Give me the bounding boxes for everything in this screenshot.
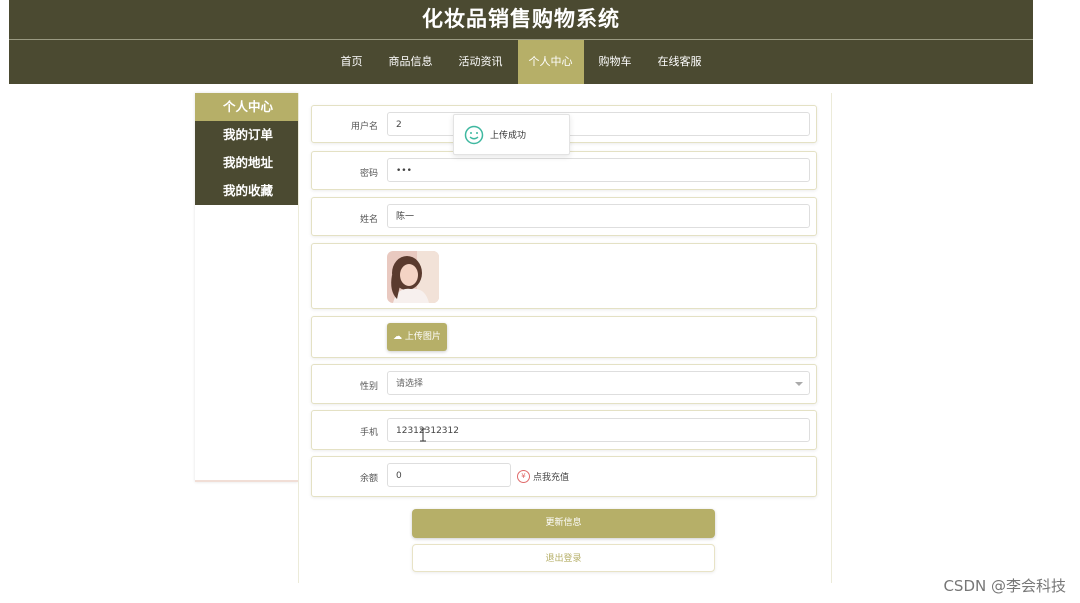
balance-label: 余额 bbox=[359, 474, 378, 484]
nav-item-home[interactable]: 首页 bbox=[330, 40, 374, 84]
gender-select[interactable]: 请选择 bbox=[387, 371, 810, 395]
site-header: 化妆品销售购物系统 bbox=[9, 0, 1033, 40]
recharge-label: 点我充值 bbox=[533, 473, 570, 483]
sidebar-item-user-center[interactable]: 个人中心 bbox=[195, 93, 298, 121]
username-input[interactable]: 2 bbox=[387, 112, 810, 136]
form-row-balance: 余额 0 ¥ 点我充值 bbox=[311, 456, 817, 497]
sidebar-item-addresses[interactable]: 我的地址 bbox=[195, 149, 298, 177]
sidebar-item-orders[interactable]: 我的订单 bbox=[195, 121, 298, 149]
toast-message: 上传成功 bbox=[490, 131, 527, 141]
watermark: CSDN @李会科技 bbox=[943, 577, 1066, 595]
sidebar: 个人中心 我的订单 我的地址 我的收藏 bbox=[195, 93, 298, 482]
smile-icon bbox=[464, 125, 484, 144]
phone-input[interactable]: 12312312312 bbox=[387, 418, 810, 442]
gender-label: 性别 bbox=[359, 382, 378, 392]
top-nav: 首页 商品信息 活动资讯 个人中心 购物车 在线客服 bbox=[9, 40, 1033, 84]
avatar-image bbox=[387, 251, 439, 303]
cloud-upload-icon: ☁ bbox=[393, 332, 403, 342]
sidebar-item-favorites[interactable]: 我的收藏 bbox=[195, 177, 298, 205]
update-info-button[interactable]: 更新信息 bbox=[412, 509, 715, 538]
nav-item-products[interactable]: 商品信息 bbox=[378, 40, 444, 84]
upload-image-button[interactable]: ☁ 上传图片 bbox=[387, 323, 447, 351]
profile-form: 用户名 2 密码 ••• 姓名 陈一 ☁ 上传图片 性别 请选择 手机 1231… bbox=[298, 93, 832, 583]
nav-item-news[interactable]: 活动资讯 bbox=[448, 40, 514, 84]
nav-item-support[interactable]: 在线客服 bbox=[647, 40, 713, 84]
site-title: 化妆品销售购物系统 bbox=[422, 7, 620, 31]
upload-success-toast: 上传成功 bbox=[453, 114, 570, 155]
username-label: 用户名 bbox=[350, 122, 378, 132]
form-row-phone: 手机 12312312312 bbox=[311, 410, 817, 450]
name-label: 姓名 bbox=[359, 215, 378, 225]
text-cursor-icon bbox=[420, 428, 426, 442]
password-input[interactable]: ••• bbox=[387, 158, 810, 182]
form-row-name: 姓名 陈一 bbox=[311, 197, 817, 236]
balance-input[interactable]: 0 bbox=[387, 463, 511, 487]
form-row-avatar bbox=[311, 243, 817, 309]
form-row-password: 密码 ••• bbox=[311, 151, 817, 190]
gender-select-placeholder: 请选择 bbox=[396, 379, 424, 389]
yen-icon: ¥ bbox=[517, 470, 530, 483]
nav-item-user-center[interactable]: 个人中心 bbox=[517, 40, 584, 84]
recharge-link[interactable]: ¥ 点我充值 bbox=[517, 470, 569, 483]
avatar bbox=[387, 251, 439, 303]
upload-image-label: 上传图片 bbox=[404, 332, 441, 342]
form-row-upload: ☁ 上传图片 bbox=[311, 316, 817, 358]
password-label: 密码 bbox=[359, 169, 378, 179]
chevron-down-icon bbox=[795, 382, 803, 386]
nav-item-cart[interactable]: 购物车 bbox=[588, 40, 643, 84]
logout-button[interactable]: 退出登录 bbox=[412, 544, 715, 572]
phone-label: 手机 bbox=[359, 428, 378, 438]
form-row-gender: 性别 请选择 bbox=[311, 364, 817, 404]
name-input[interactable]: 陈一 bbox=[387, 204, 810, 228]
